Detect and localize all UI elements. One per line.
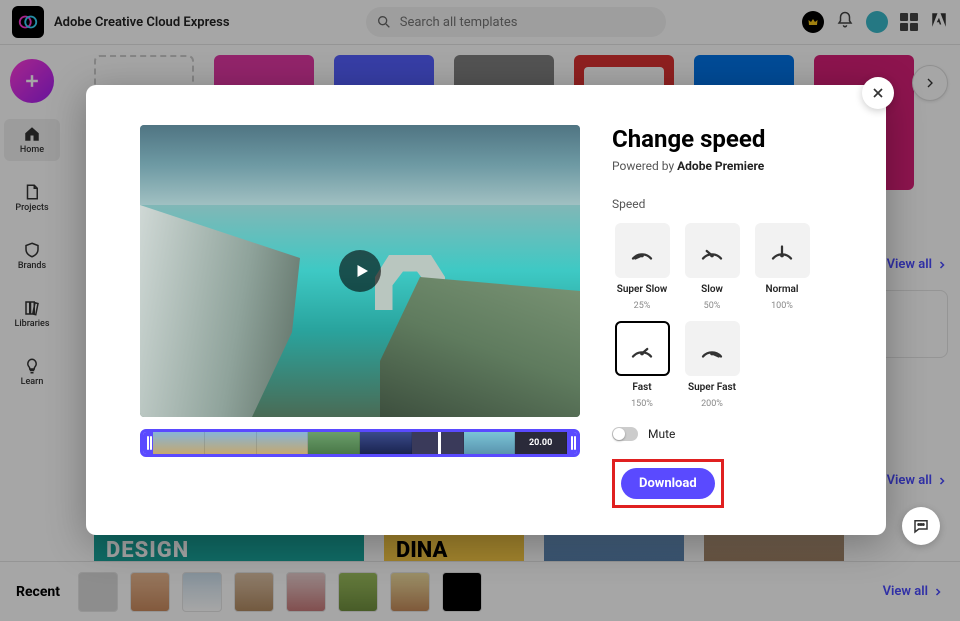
speed-option-slow[interactable]: Slow 50% (682, 223, 742, 311)
change-speed-dialog: 20.00 Change speed Powered by Adobe Prem… (86, 85, 886, 535)
video-timeline[interactable]: 20.00 (140, 429, 580, 457)
chat-button[interactable] (902, 507, 940, 545)
chat-icon (912, 517, 930, 535)
playhead[interactable] (438, 430, 441, 456)
download-highlight-box: Download (612, 459, 724, 508)
mute-toggle[interactable] (612, 427, 638, 441)
gauge-icon (767, 236, 797, 266)
speed-option-super-slow[interactable]: Super Slow 25% (612, 223, 672, 311)
trim-handle-left[interactable] (143, 432, 153, 454)
play-icon (353, 262, 371, 280)
speed-option-fast[interactable]: Fast 150% (612, 321, 672, 409)
gauge-icon (697, 334, 727, 364)
gauge-icon (627, 334, 657, 364)
close-icon (870, 85, 886, 101)
preview-column: 20.00 (140, 125, 580, 505)
speed-options-grid: Super Slow 25% Slow 50% Normal 100% Fast… (612, 223, 838, 409)
timeline-duration: 20.00 (515, 432, 567, 454)
video-preview[interactable] (140, 125, 580, 417)
trim-handle-right[interactable] (567, 432, 577, 454)
mute-row: Mute (612, 427, 838, 441)
timeline-frames: 20.00 (153, 432, 567, 454)
gauge-icon (627, 236, 657, 266)
speed-option-super-fast[interactable]: Super Fast 200% (682, 321, 742, 409)
download-button[interactable]: Download (621, 468, 715, 499)
dialog-title: Change speed (612, 125, 838, 153)
controls-column: Change speed Powered by Adobe Premiere S… (612, 125, 838, 505)
close-button[interactable] (862, 77, 894, 109)
speed-option-normal[interactable]: Normal 100% (752, 223, 812, 311)
speed-section-label: Speed (612, 197, 838, 211)
gauge-icon (697, 236, 727, 266)
mute-label: Mute (648, 427, 675, 441)
dialog-subtitle: Powered by Adobe Premiere (612, 159, 838, 173)
play-button[interactable] (339, 250, 381, 292)
